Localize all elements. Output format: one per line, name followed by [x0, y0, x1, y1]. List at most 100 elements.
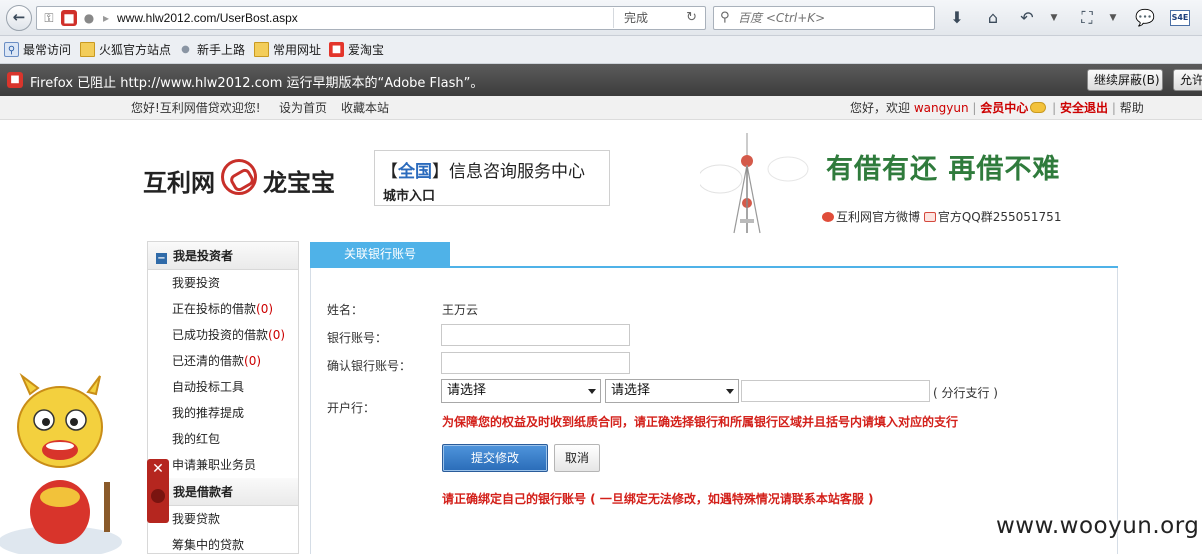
load-status: 完成: [613, 8, 648, 28]
close-icon[interactable]: ✕: [147, 461, 169, 477]
bookmark-common-sites[interactable]: 常用网址: [254, 42, 321, 58]
extension-badge-icon[interactable]: S4E: [1170, 10, 1190, 26]
bank-account-form: 姓名： 王万云 银行账号： 确认银行账号： 开户行： 请选择 请选择 ( 分行支…: [310, 268, 1118, 554]
taobao-icon: ■: [329, 42, 344, 57]
coin-icon: [1030, 102, 1047, 113]
confirm-account-input[interactable]: [441, 352, 630, 374]
crop-icon[interactable]: ⛶: [1076, 7, 1098, 29]
binding-notice: 请正确绑定自己的银行账号 ( 一旦绑定无法修改，如遇特殊情况请联系本站客服 ): [442, 492, 874, 506]
collapse-icon[interactable]: −: [156, 253, 167, 264]
dragon-mascot-icon[interactable]: [0, 372, 130, 554]
divider: |: [1111, 101, 1116, 115]
undo-icon[interactable]: ↶: [1016, 7, 1038, 29]
browser-nav-bar: ← ⚿ ■ ● ▸ www.hlw2012.com/UserBost.aspx …: [0, 0, 1202, 36]
branch-input[interactable]: [741, 380, 930, 402]
divider: |: [972, 101, 977, 115]
plugin-notification-bar: ■ Firefox 已阻止 http://www.hlw2012.com 运行早…: [0, 64, 1202, 96]
dropdown-arrow-icon[interactable]: ▼: [1048, 7, 1060, 29]
watermark-text: www.wooyun.org: [996, 513, 1200, 539]
sidebar-item-invested-loans[interactable]: 已成功投资的借款(0): [148, 322, 298, 348]
search-box[interactable]: ⚲: [713, 6, 935, 30]
sidebar-section-investor[interactable]: − 我是投资者: [148, 242, 298, 270]
welcome-text: 您好，欢迎: [850, 101, 911, 115]
sidebar-section-borrower[interactable]: −我是借款者: [148, 478, 298, 506]
continue-blocking-button[interactable]: 继续屏蔽(B): [1087, 69, 1163, 91]
bookmark-site-link[interactable]: 收藏本站: [341, 96, 389, 120]
logout-link[interactable]: 安全退出: [1060, 101, 1108, 115]
sidebar-item-referral[interactable]: 我的推荐提成: [148, 400, 298, 426]
name-value: 王万云: [442, 303, 479, 317]
info-center-title: 【全国】信息咨询服务中心: [381, 162, 585, 182]
notification-text: Firefox 已阻止 http://www.hlw2012.com 运行早期版…: [30, 76, 484, 91]
tab-bind-bank-account[interactable]: 关联银行账号: [310, 242, 450, 268]
city-info-box[interactable]: 【全国】信息咨询服务中心 城市入口: [374, 150, 610, 206]
submit-button[interactable]: 提交修改: [442, 444, 548, 472]
folder-icon: [254, 42, 269, 57]
search-icon: ⚲: [720, 10, 730, 25]
sidebar-item-borrow[interactable]: 我要贷款: [148, 506, 298, 532]
account-sidebar: − 我是投资者 我要投资 正在投标的借款(0) 已成功投资的借款(0) 已还清的借…: [147, 241, 299, 554]
back-arrow-icon[interactable]: ←: [6, 5, 32, 31]
bookmarks-bar: ⚲ 最常访问 火狐官方站点 ● 新手上路 常用网址 ■ 爱淘宝: [0, 36, 1202, 64]
qq-icon: [923, 212, 936, 222]
dropdown-arrow-icon: [588, 389, 596, 394]
sidebar-item-parttime[interactable]: 申请兼职业务员: [148, 452, 298, 478]
sidebar-item-raising-loans[interactable]: 筹集中的贷款: [148, 532, 298, 553]
download-icon[interactable]: ⬇: [946, 7, 968, 29]
weibo-icon: [822, 212, 834, 222]
site-header: 互利网 龙宝宝 【全国】信息咨询服务中心 城市入口 有借有还 再借不难 互利网官…: [0, 121, 1202, 239]
branch-hint: ( 分行支行 ): [933, 386, 998, 400]
home-icon[interactable]: ⌂: [982, 7, 1004, 29]
site-greeting: 您好!互利网借贷欢迎您!: [131, 101, 261, 115]
bookmark-aitaobao[interactable]: ■ 爱淘宝: [329, 42, 384, 58]
site-top-strip: 您好!互利网借贷欢迎您! 设为首页 收藏本站 您好，欢迎 wangyun | 会…: [0, 96, 1202, 120]
bookmark-getting-started[interactable]: ● 新手上路: [178, 42, 245, 58]
sidebar-item-auto-bid[interactable]: 自动投标工具: [148, 374, 298, 400]
bookmark-firefox-site[interactable]: 火狐官方站点: [80, 42, 171, 58]
allow-plugin-button[interactable]: 允许: [1173, 69, 1202, 91]
folder-icon: [80, 42, 95, 57]
account-label: 银行账号：: [327, 331, 388, 345]
reload-icon[interactable]: ↻: [686, 10, 697, 25]
globe-icon: ●: [181, 44, 190, 55]
key-icon[interactable]: ⚿: [41, 10, 57, 26]
plugin-blocked-icon[interactable]: ■: [61, 10, 77, 26]
address-bar[interactable]: ⚿ ■ ● ▸ www.hlw2012.com/UserBost.aspx 完成…: [36, 6, 706, 30]
slogan-text: 有借有还 再借不难: [826, 154, 1061, 185]
paw-icon: [151, 489, 165, 503]
tower-illustration-icon: [700, 133, 809, 234]
plugin-blocked-icon: ■: [7, 72, 23, 88]
mascot-close-button[interactable]: ✕: [147, 459, 169, 523]
weibo-link[interactable]: 互利网官方微博: [836, 210, 920, 224]
logo-text-right: 龙宝宝: [263, 168, 335, 197]
username-link[interactable]: wangyun: [914, 101, 969, 115]
url-text[interactable]: www.hlw2012.com/UserBost.aspx: [117, 11, 298, 25]
cancel-button[interactable]: 取消: [554, 444, 600, 472]
bank-account-input[interactable]: [441, 324, 630, 346]
set-home-link[interactable]: 设为首页: [279, 96, 327, 120]
dropdown-arrow-icon: [726, 389, 734, 394]
chat-bubble-icon[interactable]: 💬: [1134, 7, 1156, 29]
dropdown-arrow-icon[interactable]: ▼: [1107, 7, 1119, 29]
sidebar-item-repaid-loans[interactable]: 已还清的借款(0): [148, 348, 298, 374]
help-link[interactable]: 帮助: [1120, 101, 1144, 115]
chevron-right-icon: ▸: [102, 11, 110, 25]
bookmark-most-visited[interactable]: ⚲ 最常访问: [4, 42, 71, 58]
city-entrance-link[interactable]: 城市入口: [383, 185, 435, 204]
globe-icon: ●: [83, 11, 95, 25]
confirm-account-label: 确认银行账号：: [327, 359, 412, 373]
logo-mark-icon: [221, 159, 257, 195]
name-label: 姓名：: [327, 303, 364, 317]
social-links: 互利网官方微博 官方QQ群255051751: [822, 208, 1061, 225]
qq-group-link[interactable]: 官方QQ群255051751: [938, 210, 1062, 224]
region-select[interactable]: 请选择: [605, 379, 739, 403]
bank-select[interactable]: 请选择: [441, 379, 601, 403]
divider: |: [1052, 101, 1057, 115]
sidebar-item-invest[interactable]: 我要投资: [148, 270, 298, 296]
contract-warning: 为保障您的权益及时收到纸质合同，请正确选择银行和所属银行区域并且括号内请填入对应…: [442, 415, 959, 429]
magnifier-icon: ⚲: [4, 42, 19, 57]
search-input[interactable]: [738, 9, 928, 27]
sidebar-item-red-packet[interactable]: 我的红包: [148, 426, 298, 452]
member-center-link[interactable]: 会员中心: [980, 101, 1028, 115]
sidebar-item-bidding-loans[interactable]: 正在投标的借款(0): [148, 296, 298, 322]
